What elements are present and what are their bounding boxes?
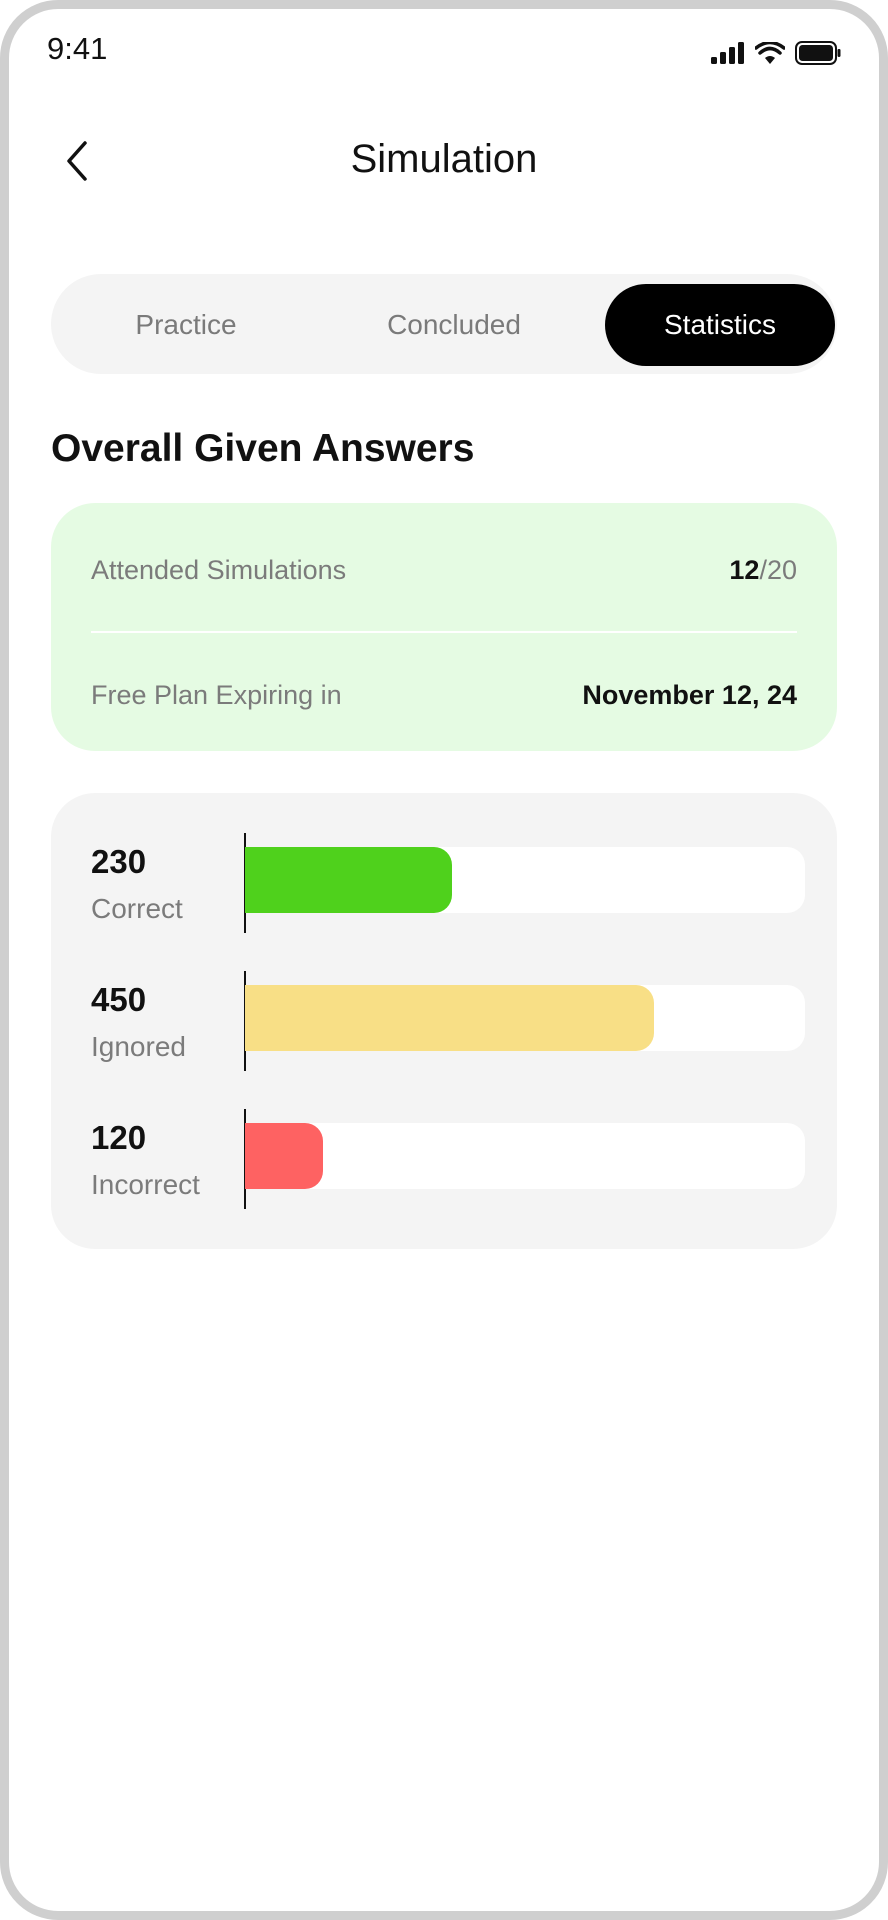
tab-practice[interactable]: Practice [71, 284, 301, 366]
info-card: Attended Simulations 12/20 Free Plan Exp… [51, 503, 837, 751]
stat-bar-ignored [245, 985, 654, 1051]
info-divider [91, 631, 797, 633]
segmented-tabs: Practice Concluded Statistics [51, 274, 837, 374]
battery-icon [795, 41, 841, 65]
attended-count: 12 [729, 555, 760, 585]
stat-value: 450 [91, 981, 147, 1018]
status-bar: 9:41 [9, 9, 879, 89]
plan-date: November 12, 24 [582, 680, 797, 710]
stat-value: 120 [91, 1119, 147, 1156]
attended-total: /20 [759, 555, 797, 585]
status-icons [711, 41, 841, 65]
stat-value: 230 [91, 843, 147, 880]
stat-track [245, 985, 805, 1051]
stat-bar-correct [245, 847, 453, 913]
attended-value: 12/20 [729, 555, 797, 586]
phone-frame: 9:41 Simulation Practice Concluded Stati… [0, 0, 888, 1920]
plan-label: Free Plan Expiring in [91, 680, 342, 710]
signal-icon [711, 42, 745, 64]
stat-label: Incorrect [91, 1169, 200, 1200]
attended-label: Attended Simulations [91, 555, 347, 585]
nav-bar: Simulation [9, 119, 879, 199]
stat-bar-incorrect [245, 1123, 324, 1189]
stats-card: 230 Correct 450 Ignored 120 Incorrect [51, 793, 837, 1249]
wifi-icon [755, 42, 785, 64]
tab-statistics[interactable]: Statistics [605, 284, 835, 366]
tab-concluded[interactable]: Concluded [339, 284, 569, 366]
stat-row-incorrect: 120 Incorrect [51, 1109, 837, 1209]
stat-row-correct: 230 Correct [51, 833, 837, 933]
stat-label: Correct [91, 893, 183, 924]
stat-row-ignored: 450 Ignored [51, 971, 837, 1071]
status-time: 9:41 [47, 31, 108, 66]
stat-track [245, 1123, 805, 1189]
section-title: Overall Given Answers [51, 427, 475, 470]
stat-track [245, 847, 805, 913]
stat-label: Ignored [91, 1031, 186, 1062]
page-title: Simulation [350, 137, 538, 181]
